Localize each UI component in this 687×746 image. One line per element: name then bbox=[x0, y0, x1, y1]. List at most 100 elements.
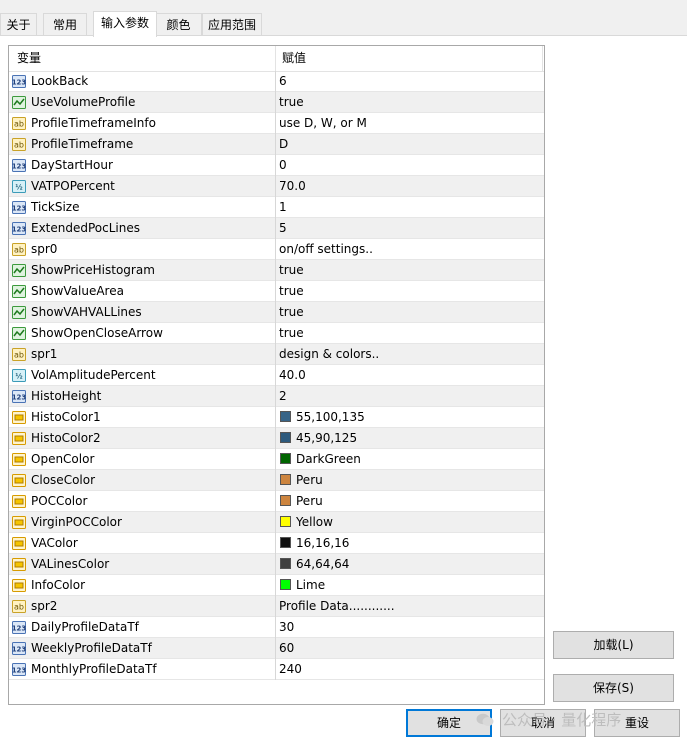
parameter-row[interactable]: ab spr1 design & colors.. bbox=[9, 344, 544, 365]
parameter-row[interactable]: InfoColor Lime bbox=[9, 575, 544, 596]
column-separator bbox=[275, 617, 276, 638]
parameter-name: WeeklyProfileDataTf bbox=[31, 641, 152, 655]
parameter-row[interactable]: 123 MonthlyProfileDataTf 240 bbox=[9, 659, 544, 680]
parameter-row[interactable]: VAColor 16,16,16 bbox=[9, 533, 544, 554]
color-type-icon bbox=[12, 557, 26, 571]
parameter-value[interactable]: true bbox=[279, 260, 304, 280]
parameter-row[interactable]: HistoColor1 55,100,135 bbox=[9, 407, 544, 428]
parameter-row[interactable]: ab spr0 on/off settings.. bbox=[9, 239, 544, 260]
parameter-name: UseVolumeProfile bbox=[31, 95, 136, 109]
parameter-value[interactable]: design & colors.. bbox=[279, 344, 379, 364]
parameter-value[interactable]: 64,64,64 bbox=[296, 554, 349, 574]
parameter-value[interactable]: true bbox=[279, 281, 304, 301]
parameter-row[interactable]: CloseColor Peru bbox=[9, 470, 544, 491]
column-separator[interactable] bbox=[542, 46, 543, 71]
column-separator bbox=[275, 113, 276, 134]
parameter-row[interactable]: ShowValueArea true bbox=[9, 281, 544, 302]
tab-colors[interactable]: 颜色 bbox=[155, 13, 202, 36]
parameter-row[interactable]: ShowVAHVALLines true bbox=[9, 302, 544, 323]
parameter-row[interactable]: 123 ExtendedPocLines 5 bbox=[9, 218, 544, 239]
parameter-value[interactable]: DarkGreen bbox=[296, 449, 361, 469]
parameter-value[interactable]: Peru bbox=[296, 470, 323, 490]
parameter-row[interactable]: ½ VolAmplitudePercent 40.0 bbox=[9, 365, 544, 386]
parameter-name: DailyProfileDataTf bbox=[31, 620, 139, 634]
save-button[interactable]: 保存(S) bbox=[553, 674, 674, 702]
parameter-row[interactable]: VALinesColor 64,64,64 bbox=[9, 554, 544, 575]
color-swatch[interactable] bbox=[280, 411, 291, 422]
parameter-name: ExtendedPocLines bbox=[31, 221, 141, 235]
color-swatch[interactable] bbox=[280, 495, 291, 506]
header-value[interactable]: 赋值 bbox=[282, 46, 306, 71]
tab-about[interactable]: 关于 bbox=[0, 13, 37, 36]
parameter-value[interactable]: 40.0 bbox=[279, 365, 306, 385]
parameter-value[interactable]: on/off settings.. bbox=[279, 239, 373, 259]
parameter-row[interactable]: UseVolumeProfile true bbox=[9, 92, 544, 113]
parameter-row[interactable]: ab spr2 Profile Data............ bbox=[9, 596, 544, 617]
tab-visualization[interactable]: 应用范围 bbox=[202, 13, 262, 36]
tab-inputs[interactable]: 输入参数 bbox=[93, 11, 157, 37]
parameter-row[interactable]: 123 LookBack 6 bbox=[9, 71, 544, 92]
parameter-value[interactable]: use D, W, or M bbox=[279, 113, 367, 133]
parameter-value[interactable]: true bbox=[279, 92, 304, 112]
parameter-value[interactable]: 60 bbox=[279, 638, 294, 658]
parameter-value[interactable]: 2 bbox=[279, 386, 287, 406]
parameter-row[interactable]: ab ProfileTimeframeInfo use D, W, or M bbox=[9, 113, 544, 134]
color-swatch[interactable] bbox=[280, 558, 291, 569]
parameter-row[interactable]: 123 HistoHeight 2 bbox=[9, 386, 544, 407]
tab-common[interactable]: 常用 bbox=[43, 13, 87, 36]
parameter-value[interactable]: 55,100,135 bbox=[296, 407, 365, 427]
parameter-row[interactable]: 123 TickSize 1 bbox=[9, 197, 544, 218]
parameter-row[interactable]: 123 WeeklyProfileDataTf 60 bbox=[9, 638, 544, 659]
parameter-name: DayStartHour bbox=[31, 158, 113, 172]
color-type-icon bbox=[12, 473, 26, 487]
parameter-name: ShowVAHVALLines bbox=[31, 305, 142, 319]
color-swatch[interactable] bbox=[280, 516, 291, 527]
column-separator bbox=[275, 386, 276, 407]
parameter-value[interactable]: 240 bbox=[279, 659, 302, 679]
parameter-value[interactable]: 6 bbox=[279, 71, 287, 91]
parameter-row[interactable]: ab ProfileTimeframe D bbox=[9, 134, 544, 155]
column-separator[interactable] bbox=[275, 46, 276, 71]
parameter-value[interactable]: 16,16,16 bbox=[296, 533, 349, 553]
column-separator bbox=[275, 92, 276, 113]
parameter-row[interactable]: VirginPOCColor Yellow bbox=[9, 512, 544, 533]
parameter-value[interactable]: true bbox=[279, 323, 304, 343]
load-button[interactable]: 加载(L) bbox=[553, 631, 674, 659]
parameter-value[interactable]: D bbox=[279, 134, 288, 154]
parameter-value[interactable]: Lime bbox=[296, 575, 325, 595]
parameter-value[interactable]: 30 bbox=[279, 617, 294, 637]
svg-text:123: 123 bbox=[12, 79, 26, 87]
parameter-row[interactable]: OpenColor DarkGreen bbox=[9, 449, 544, 470]
parameter-row[interactable]: ShowPriceHistogram true bbox=[9, 260, 544, 281]
parameter-row[interactable]: ShowOpenCloseArrow true bbox=[9, 323, 544, 344]
parameter-row[interactable]: 123 DayStartHour 0 bbox=[9, 155, 544, 176]
watermark: 公众号 · 量化程序 bbox=[476, 707, 621, 733]
color-swatch[interactable] bbox=[280, 474, 291, 485]
input-parameters-grid[interactable]: 变量 赋值 123 LookBack 6 UseVolumeProfile true ab… bbox=[8, 45, 545, 705]
color-swatch[interactable] bbox=[280, 537, 291, 548]
parameter-value[interactable]: Profile Data............ bbox=[279, 596, 395, 616]
parameter-value[interactable]: 1 bbox=[279, 197, 287, 217]
column-separator bbox=[275, 449, 276, 470]
integer-type-icon: 123 bbox=[12, 389, 26, 403]
parameter-name: VolAmplitudePercent bbox=[31, 368, 156, 382]
color-swatch[interactable] bbox=[280, 453, 291, 464]
parameter-row[interactable]: HistoColor2 45,90,125 bbox=[9, 428, 544, 449]
parameter-row[interactable]: 123 DailyProfileDataTf 30 bbox=[9, 617, 544, 638]
parameter-value[interactable]: 70.0 bbox=[279, 176, 306, 196]
parameter-value[interactable]: 45,90,125 bbox=[296, 428, 357, 448]
parameter-value[interactable]: Yellow bbox=[296, 512, 333, 532]
parameter-row[interactable]: ½ VATPOPercent 70.0 bbox=[9, 176, 544, 197]
parameter-row[interactable]: POCColor Peru bbox=[9, 491, 544, 512]
parameter-value[interactable]: true bbox=[279, 302, 304, 322]
integer-type-icon: 123 bbox=[12, 158, 26, 172]
color-swatch[interactable] bbox=[280, 432, 291, 443]
header-variable[interactable]: 变量 bbox=[17, 46, 41, 71]
parameter-value[interactable]: 0 bbox=[279, 155, 287, 175]
color-swatch[interactable] bbox=[280, 579, 291, 590]
parameter-value[interactable]: 5 bbox=[279, 218, 287, 238]
column-separator bbox=[275, 71, 276, 92]
parameter-value[interactable]: Peru bbox=[296, 491, 323, 511]
svg-text:123: 123 bbox=[12, 163, 26, 171]
integer-type-icon: 123 bbox=[12, 74, 26, 88]
